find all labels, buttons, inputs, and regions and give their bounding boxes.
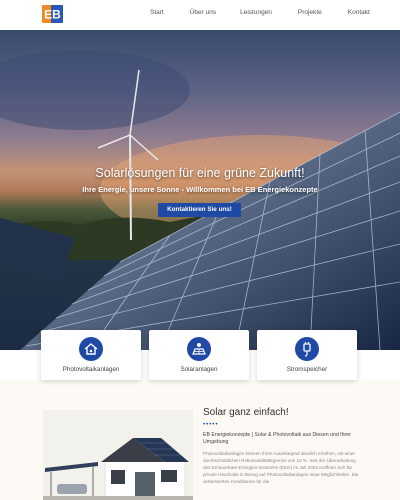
nav-link-start[interactable]: Start: [150, 9, 164, 16]
contact-cta-button[interactable]: Kontaktieren Sie uns!: [158, 203, 241, 217]
hero-section: Solarlösungen für eine grüne Zukunft! Ih…: [0, 30, 400, 350]
nav-links: Start Über uns Leistungen Projekte Konta…: [150, 9, 370, 16]
service-card-label: Stromspeicher: [286, 366, 328, 373]
service-card-label: Solaranlagen: [180, 366, 218, 373]
section-title: Solar ganz einfach!: [203, 407, 289, 418]
solar-panel-icon: [187, 337, 211, 361]
section-divider-dots: •••••: [203, 422, 219, 428]
section-body-text: Photovoltaikanlagen können Ihren Autarki…: [203, 451, 359, 484]
top-navigation: EB Start Über uns Leistungen Projekte Ko…: [0, 0, 400, 30]
plug-icon: [295, 337, 319, 361]
svg-text:EB: EB: [44, 8, 61, 22]
hero-subtitle: Ihre Energie, unsere Sonne - Willkommen …: [82, 185, 318, 194]
nav-link-kontakt[interactable]: Kontakt: [348, 9, 370, 16]
house-image: [43, 410, 193, 500]
nav-link-ueber-uns[interactable]: Über uns: [190, 9, 216, 16]
house-icon: [79, 337, 103, 361]
service-card-stromspeicher[interactable]: Stromspeicher: [257, 330, 357, 380]
eb-logo[interactable]: EB: [42, 5, 63, 23]
nav-link-projekte[interactable]: Projekte: [298, 9, 322, 16]
service-card-solaranlagen[interactable]: Solaranlagen: [149, 330, 249, 380]
hero-title: Solarlösungen für eine grüne Zukunft!: [95, 166, 305, 180]
service-card-label: Photovoltaikanlagen: [62, 366, 120, 373]
nav-link-leistungen[interactable]: Leistungen: [240, 9, 272, 16]
service-card-photovoltaik[interactable]: Photovoltaikanlagen: [41, 330, 141, 380]
section-subtitle: EB Energiekonzepte | Solar & Photovoltai…: [203, 432, 351, 445]
